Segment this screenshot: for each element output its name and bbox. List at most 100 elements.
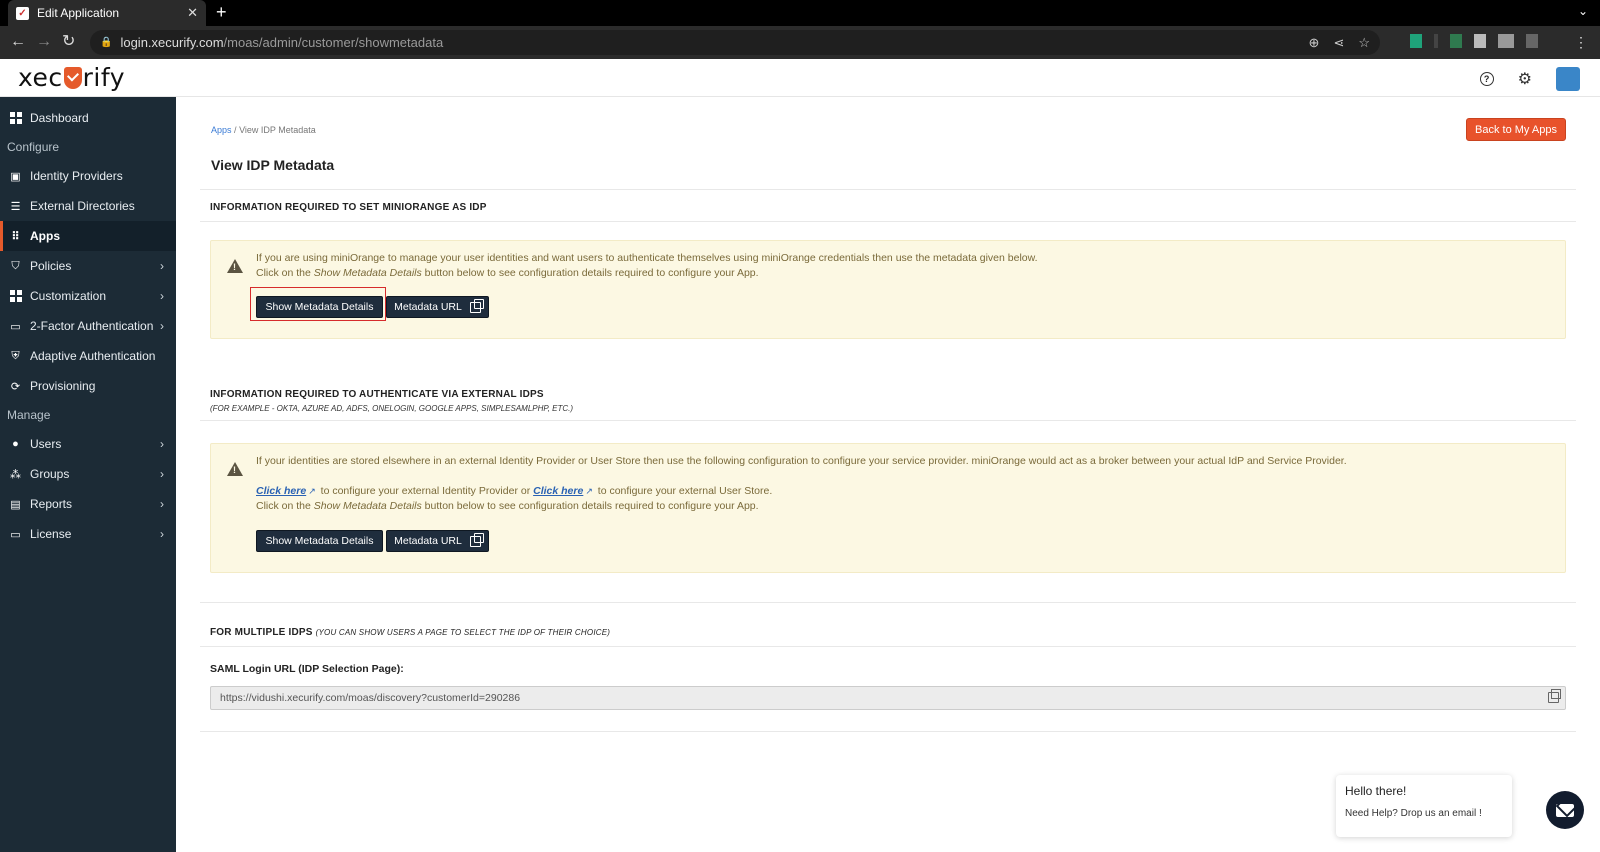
page-title: View IDP Metadata — [211, 157, 335, 173]
alert-text: If your identities are stored elsewhere … — [256, 454, 1347, 514]
new-tab-button[interactable]: + — [216, 2, 227, 22]
tab-title: Edit Application — [37, 6, 120, 20]
sidebar: Dashboard Configure ▣ Identity Providers… — [0, 97, 176, 852]
chat-bubble[interactable]: Hello there! Need Help? Drop us an email… — [1336, 775, 1512, 837]
sidebar-item-external-directories[interactable]: ☰ External Directories — [0, 191, 176, 221]
sidebar-item-adaptive-authentication[interactable]: ⛨ Adaptive Authentication — [0, 341, 176, 371]
apps-grid-icon: ⠿ — [11, 230, 20, 243]
section-subheading: (FOR EXAMPLE - OKTA, AZURE AD, ADFS, ONE… — [210, 404, 574, 413]
alert-line: If your identities are stored elsewhere … — [256, 455, 1347, 467]
browser-tab-bar: ✓ Edit Application ✕ + ⌄ — [0, 0, 1600, 26]
alert-line: Click on the Show Metadata Details butto… — [256, 500, 759, 512]
sidebar-item-identity-providers[interactable]: ▣ Identity Providers — [0, 161, 176, 191]
divider — [200, 420, 1576, 421]
extension-icon[interactable] — [1474, 34, 1486, 48]
sidebar-item-label: External Directories — [30, 199, 135, 213]
sidebar-item-label: Provisioning — [30, 379, 96, 393]
identity-provider-icon: ▣ — [10, 170, 21, 183]
metadata-url-button[interactable]: Metadata URL — [386, 530, 489, 552]
clipboard-icon: ▤ — [10, 498, 21, 511]
forward-arrow-icon[interactable]: → — [36, 32, 52, 52]
section-subheading: (YOU CAN SHOW USERS A PAGE TO SELECT THE… — [315, 628, 611, 637]
extension-icon[interactable] — [1498, 34, 1514, 48]
bookmark-star-icon[interactable]: ☆ — [1358, 35, 1370, 51]
emphasis-text: Show Metadata Details — [313, 267, 422, 279]
show-metadata-details-button[interactable]: Show Metadata Details — [256, 530, 383, 552]
sidebar-item-label: Policies — [30, 259, 72, 273]
chevron-right-icon: › — [160, 259, 164, 273]
sidebar-item-license[interactable]: ▭ License › — [0, 519, 176, 549]
xecurify-logo[interactable]: xec rify — [18, 63, 125, 92]
group-icon: ⁂ — [10, 468, 21, 481]
extension-icon[interactable] — [1434, 34, 1438, 48]
sidebar-item-groups[interactable]: ⁂ Groups › — [0, 459, 176, 489]
tab-search-chevron-icon[interactable]: ⌄ — [1578, 4, 1588, 18]
share-icon[interactable]: ⋖ — [1333, 35, 1344, 51]
sidebar-item-label: Groups — [30, 467, 70, 481]
lock-icon: 🔒 — [100, 37, 113, 48]
divider — [200, 602, 1576, 603]
sidebar-item-dashboard[interactable]: Dashboard — [0, 103, 176, 133]
browser-toolbar: ← → ↻ 🔒 login.xecurify.com/moas/admin/cu… — [0, 26, 1600, 59]
chat-email-button[interactable] — [1546, 791, 1584, 829]
divider — [200, 221, 1576, 222]
chevron-right-icon: › — [160, 319, 164, 333]
back-arrow-icon[interactable]: ← — [10, 32, 26, 52]
metadata-url-button[interactable]: Metadata URL — [386, 296, 489, 318]
emphasis-text: Show Metadata Details — [313, 500, 422, 512]
divider — [200, 731, 1576, 732]
sidebar-item-label: Users — [30, 437, 62, 451]
help-icon[interactable]: ? — [1479, 72, 1494, 86]
license-card-icon: ▭ — [10, 528, 21, 541]
dashboard-icon — [9, 112, 22, 125]
chevron-right-icon: › — [160, 289, 164, 303]
sidebar-item-label: Identity Providers — [30, 169, 123, 183]
sidebar-item-policies[interactable]: ⛉ Policies › — [0, 251, 176, 281]
sync-icon: ⟳ — [10, 380, 21, 393]
sidebar-item-users[interactable]: ● Users › — [0, 429, 176, 459]
sidebar-item-customization[interactable]: Customization › — [0, 281, 176, 311]
sidebar-section-manage: Manage — [7, 408, 51, 422]
sidebar-item-reports[interactable]: ▤ Reports › — [0, 489, 176, 519]
highlight-box — [250, 287, 386, 321]
sidebar-item-label: Customization — [30, 289, 107, 303]
chat-help-text: Need Help? Drop us an email ! — [1345, 808, 1482, 819]
divider — [200, 646, 1576, 647]
alert-miniorange-idp: If you are using miniOrange to manage yo… — [210, 240, 1566, 339]
extension-icon[interactable] — [1450, 34, 1462, 48]
shield-logo-icon — [63, 67, 82, 89]
two-factor-icon: ▭ — [10, 320, 21, 333]
browser-menu-icon[interactable]: ⋮ — [1574, 34, 1588, 51]
click-here-idp-link[interactable]: Click here — [256, 485, 306, 497]
saml-login-url-value: https://vidushi.xecurify.com/moas/discov… — [220, 692, 521, 704]
sidebar-item-2fa[interactable]: ▭ 2-Factor Authentication › — [0, 311, 176, 341]
avatar[interactable] — [1556, 67, 1580, 91]
chevron-right-icon: › — [160, 467, 164, 481]
tab-close-icon[interactable]: ✕ — [187, 5, 198, 21]
alert-text: If you are using miniOrange to manage yo… — [256, 251, 1038, 281]
copy-icon — [469, 532, 484, 547]
favicon-icon: ✓ — [16, 6, 29, 20]
warning-icon — [227, 462, 243, 476]
profile-icon[interactable] — [1526, 34, 1538, 48]
extension-icon[interactable] — [1410, 34, 1422, 48]
gear-icon[interactable]: ⚙ — [1518, 69, 1532, 89]
shield-check-icon: ⛨ — [11, 349, 20, 362]
address-bar[interactable]: 🔒 login.xecurify.com/moas/admin/customer… — [90, 30, 1380, 55]
breadcrumb-apps-link[interactable]: Apps — [211, 125, 232, 135]
saml-login-url-field[interactable]: https://vidushi.xecurify.com/moas/discov… — [210, 686, 1566, 710]
copy-icon — [469, 298, 484, 313]
zoom-icon[interactable]: ⊕ — [1309, 35, 1320, 51]
browser-tab[interactable]: ✓ Edit Application ✕ — [8, 0, 206, 26]
click-here-user-store-link[interactable]: Click here — [533, 485, 583, 497]
copy-icon[interactable] — [1548, 689, 1561, 703]
user-icon: ● — [12, 438, 19, 450]
section-heading-multiple-idps: FOR MULTIPLE IDPS (YOU CAN SHOW USERS A … — [210, 627, 611, 638]
section-heading-external-idps: INFORMATION REQUIRED TO AUTHENTICATE VIA… — [210, 389, 544, 400]
reload-icon[interactable]: ↻ — [62, 32, 75, 52]
url-path: /moas/admin/customer/showmetadata — [223, 35, 444, 50]
sidebar-item-apps[interactable]: ⠿ Apps — [0, 221, 176, 251]
back-to-my-apps-button[interactable]: Back to My Apps — [1466, 118, 1566, 141]
sidebar-item-provisioning[interactable]: ⟳ Provisioning — [0, 371, 176, 401]
alert-external-idps: If your identities are stored elsewhere … — [210, 443, 1566, 573]
